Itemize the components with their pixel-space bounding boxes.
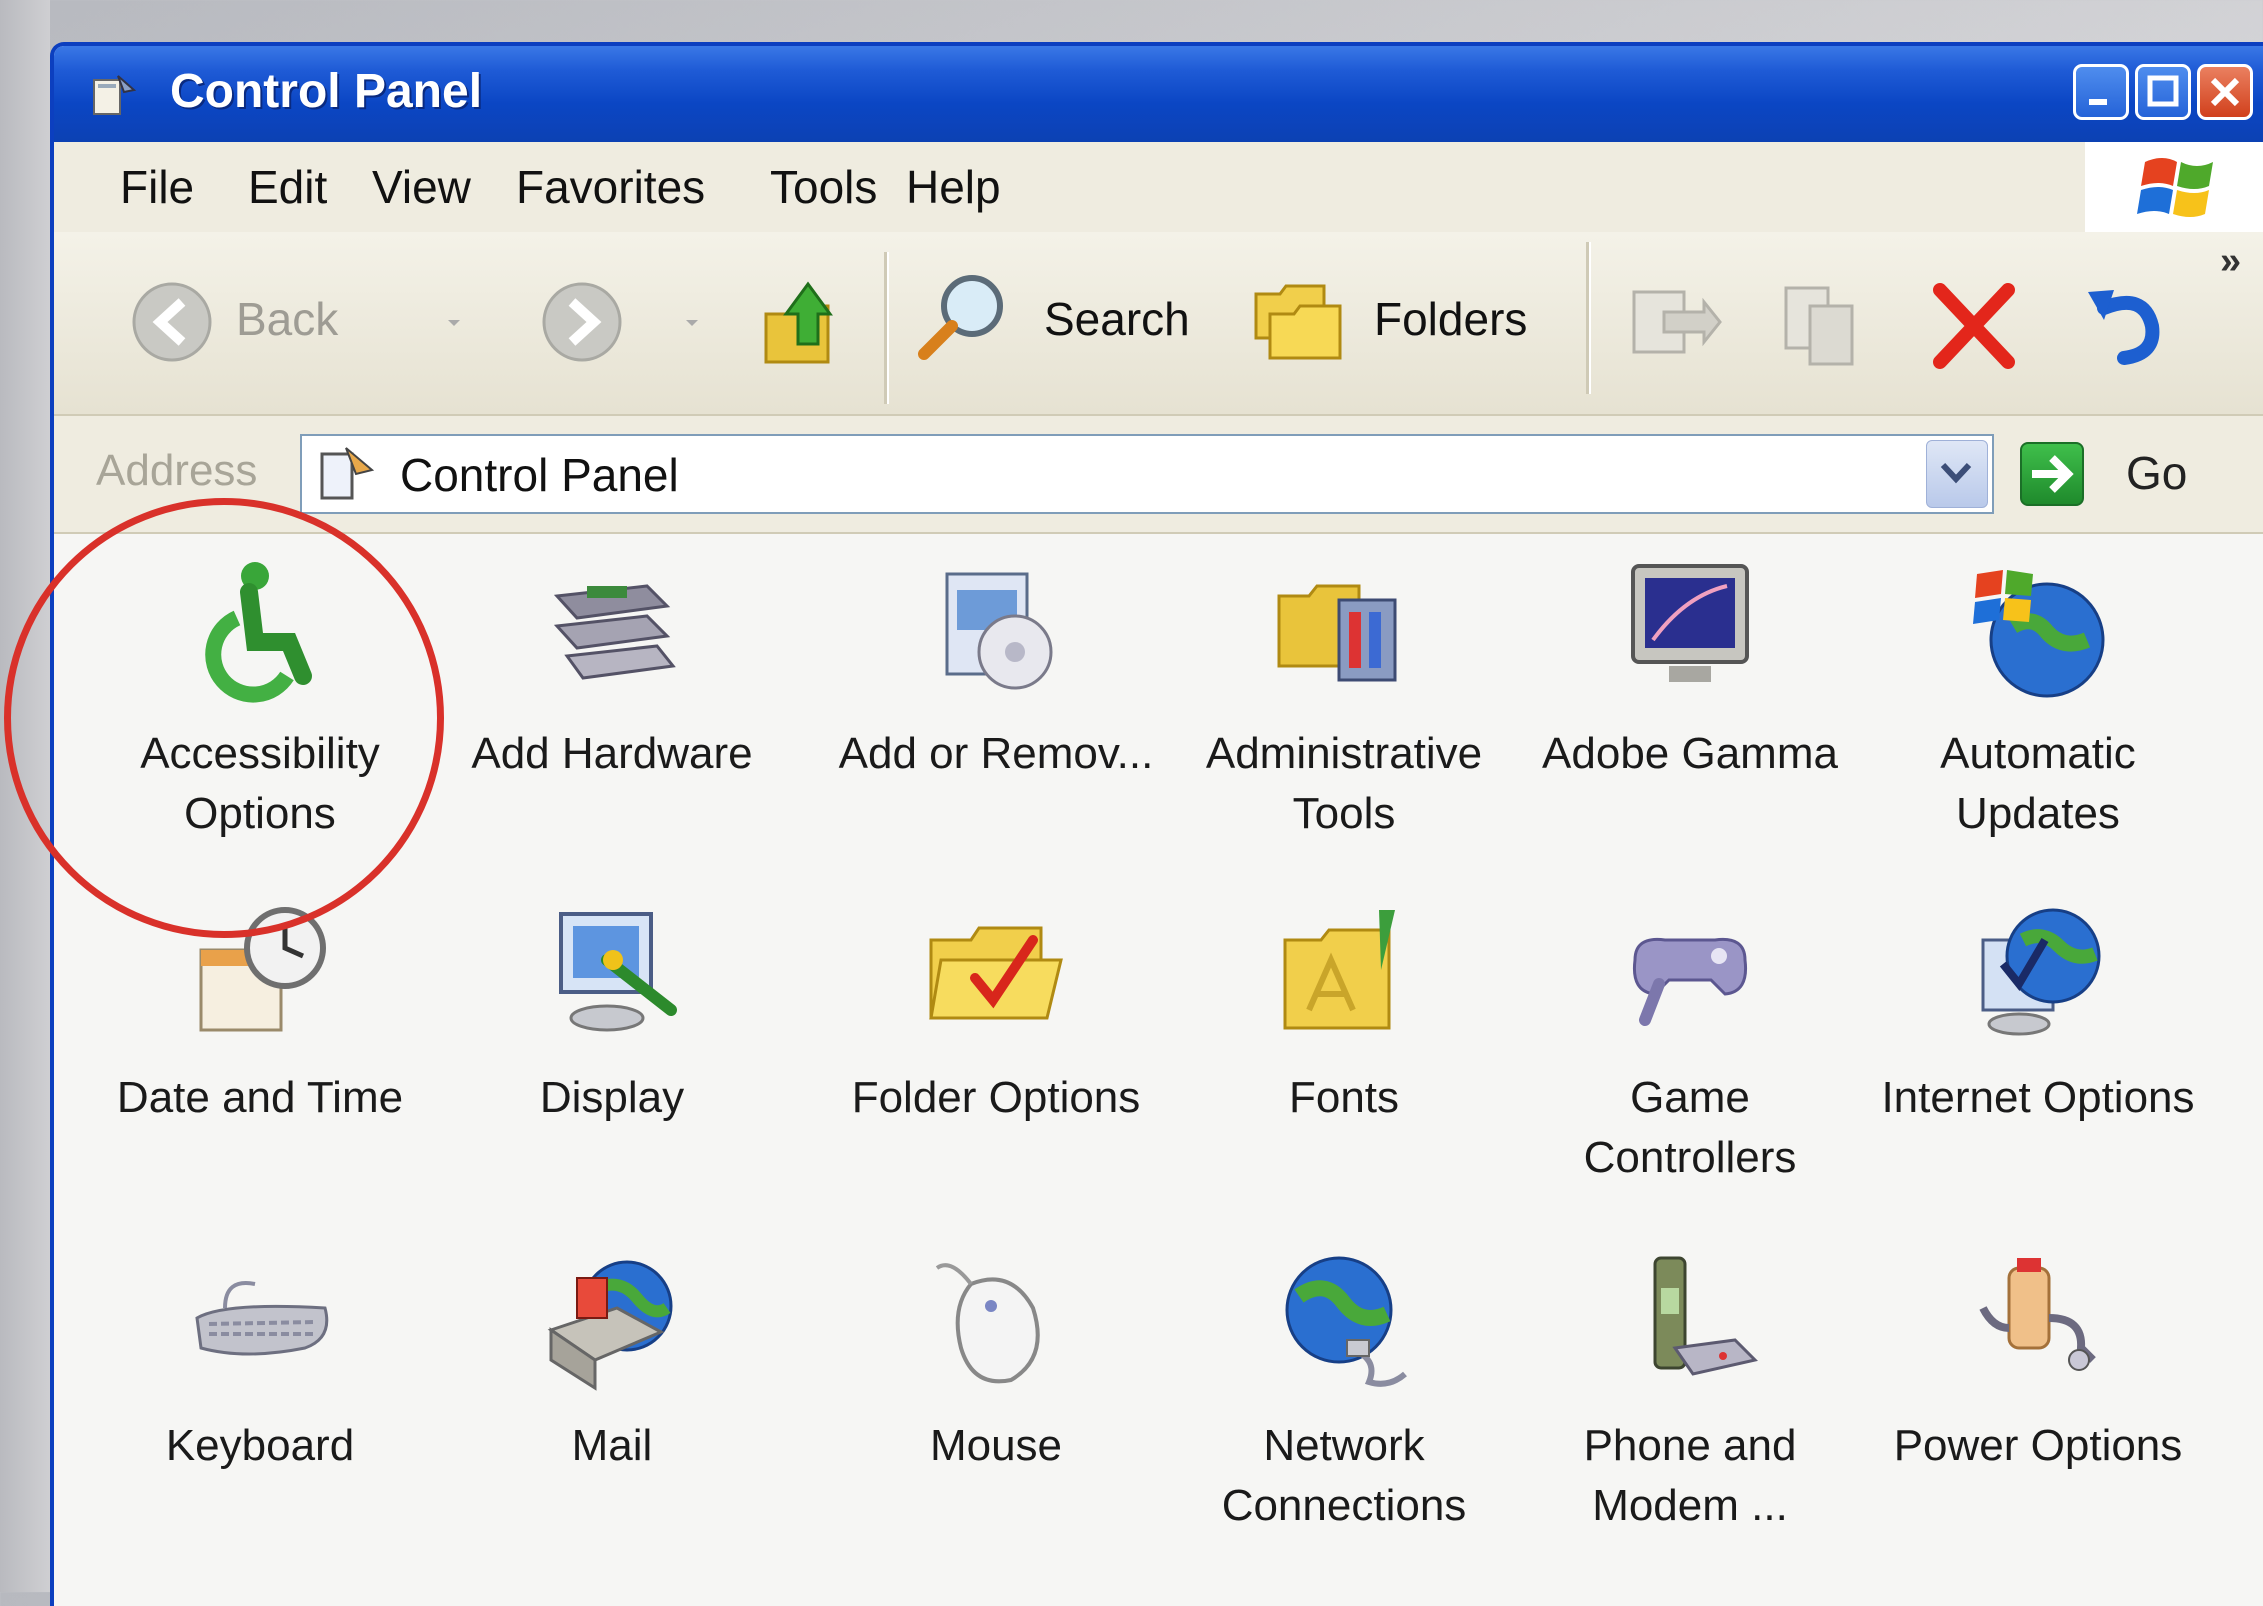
keyboard-icon [195, 1281, 329, 1356]
item-folder-options[interactable]: Folder Options [826, 900, 1166, 1128]
back-label: Back [236, 293, 339, 345]
item-adobe-gamma[interactable]: Adobe Gamma [1520, 556, 1860, 784]
item-phone-and-modem[interactable]: Phone and Modem ... [1520, 1248, 1860, 1536]
toolbar-separator [1586, 242, 1591, 394]
address-label: Address [96, 446, 258, 495]
item-label: Adobe Gamma [1542, 729, 1838, 778]
item-label: Network Connections [1221, 1421, 1467, 1530]
display-icon [559, 912, 677, 1032]
gamepad-icon [1632, 937, 1748, 1026]
window-title: Control Panel [170, 65, 483, 118]
item-game-controllers[interactable]: Game Controllers [1520, 900, 1860, 1188]
item-label: Mail [571, 1421, 653, 1470]
item-automatic-updates[interactable]: Automatic Updates [1868, 556, 2208, 844]
search-icon [918, 275, 1003, 360]
go-arrow-icon [2032, 455, 2074, 493]
chevron-down-icon [1940, 462, 1972, 484]
menu-bar: File Edit View Favorites Tools Help [54, 142, 2263, 234]
item-label: Add Hardware [471, 729, 753, 778]
item-mail[interactable]: Mail [442, 1248, 782, 1476]
phone-modem-icon [1653, 1256, 1758, 1376]
minimize-button[interactable] [2073, 64, 2129, 120]
item-label: Folder Options [851, 1073, 1141, 1122]
menu-tools[interactable]: Tools [770, 160, 877, 214]
globe-check-icon [1981, 908, 2101, 1036]
back-arrow-icon [132, 282, 212, 362]
windows-flag-icon [2137, 158, 2213, 217]
network-globe-icon [1285, 1256, 1407, 1387]
item-label: Add or Remov... [838, 729, 1154, 778]
address-value: Control Panel [400, 449, 679, 501]
forward-dropdown-icon[interactable] [682, 312, 702, 332]
menu-favorites[interactable]: Favorites [516, 160, 705, 214]
globe-flag-icon [1973, 570, 2105, 698]
fonts-folder-icon [1283, 910, 1395, 1030]
item-label: Phone and Modem ... [1583, 1421, 1797, 1530]
item-label: Fonts [1288, 1073, 1400, 1122]
item-label: Date and Time [116, 1073, 404, 1122]
back-dropdown-icon[interactable] [444, 312, 464, 332]
item-administrative-tools[interactable]: Administrative Tools [1174, 556, 1514, 844]
folder-check-icon [929, 926, 1063, 1020]
admin-tools-icon [1277, 584, 1397, 682]
minimize-icon [2089, 99, 2107, 105]
maximize-button[interactable] [2135, 64, 2191, 120]
item-label: Internet Options [1881, 1073, 2195, 1122]
close-button[interactable] [2197, 64, 2253, 120]
address-bar: Address Control Panel Go [54, 416, 2263, 534]
close-icon [2210, 77, 2240, 107]
menu-help[interactable]: Help [906, 160, 1001, 214]
item-add-or-remove-programs[interactable]: Add or Remov... [826, 556, 1166, 784]
toolbar-more-button[interactable]: » [2220, 240, 2241, 283]
item-network-connections[interactable]: Network Connections [1174, 1248, 1514, 1536]
highlight-circle [4, 498, 444, 938]
item-power-options[interactable]: Power Options [1868, 1248, 2208, 1476]
add-remove-icon [945, 572, 1053, 690]
item-add-hardware[interactable]: Add Hardware [442, 556, 782, 784]
menu-edit[interactable]: Edit [248, 160, 327, 214]
forward-arrow-icon[interactable] [540, 280, 624, 364]
move-to-icon[interactable] [1624, 272, 1724, 372]
address-input[interactable]: Control Panel [300, 434, 1994, 514]
up-folder-icon[interactable] [758, 274, 854, 370]
item-keyboard[interactable]: Keyboard [90, 1248, 430, 1476]
item-label: Administrative Tools [1205, 729, 1483, 838]
item-display[interactable]: Display [442, 900, 782, 1128]
folders-button[interactable]: Folders [1250, 262, 1550, 372]
monitor-icon [1631, 564, 1749, 682]
search-label: Search [1044, 293, 1190, 345]
title-bar[interactable]: Control Panel [54, 46, 2263, 142]
item-label: Display [539, 1073, 685, 1122]
item-label: Power Options [1893, 1421, 2183, 1470]
folders-icon [1254, 284, 1342, 360]
item-mouse[interactable]: Mouse [826, 1248, 1166, 1476]
mouse-icon [935, 1263, 1040, 1384]
search-button[interactable]: Search [914, 262, 1214, 372]
address-dropdown-button[interactable] [1926, 440, 1988, 508]
power-icon [1979, 1258, 2096, 1371]
menu-file[interactable]: File [120, 160, 194, 214]
item-label: Automatic Updates [1940, 729, 2136, 838]
hardware-icon [553, 584, 676, 680]
toolbar: Back Search Folders » [54, 232, 2263, 416]
go-label[interactable]: Go [2126, 446, 2187, 500]
control-panel-icon [93, 75, 137, 115]
folders-label: Folders [1374, 293, 1528, 345]
toolbar-separator [884, 252, 889, 404]
back-button[interactable]: Back [118, 272, 368, 372]
menu-view[interactable]: View [372, 160, 471, 214]
windows-logo [2085, 142, 2263, 232]
item-label: Game Controllers [1583, 1073, 1797, 1182]
delete-icon[interactable] [1924, 276, 2024, 376]
mail-icon [547, 1260, 673, 1391]
item-label: Mouse [929, 1421, 1063, 1470]
maximize-icon [2147, 75, 2179, 107]
item-label: Keyboard [165, 1421, 355, 1470]
copy-to-icon[interactable] [1772, 272, 1872, 372]
control-panel-small-icon [320, 447, 375, 500]
item-fonts[interactable]: Fonts [1174, 900, 1514, 1128]
undo-icon[interactable] [2074, 272, 2174, 372]
go-button[interactable] [2020, 442, 2084, 506]
item-internet-options[interactable]: Internet Options [1868, 900, 2208, 1128]
